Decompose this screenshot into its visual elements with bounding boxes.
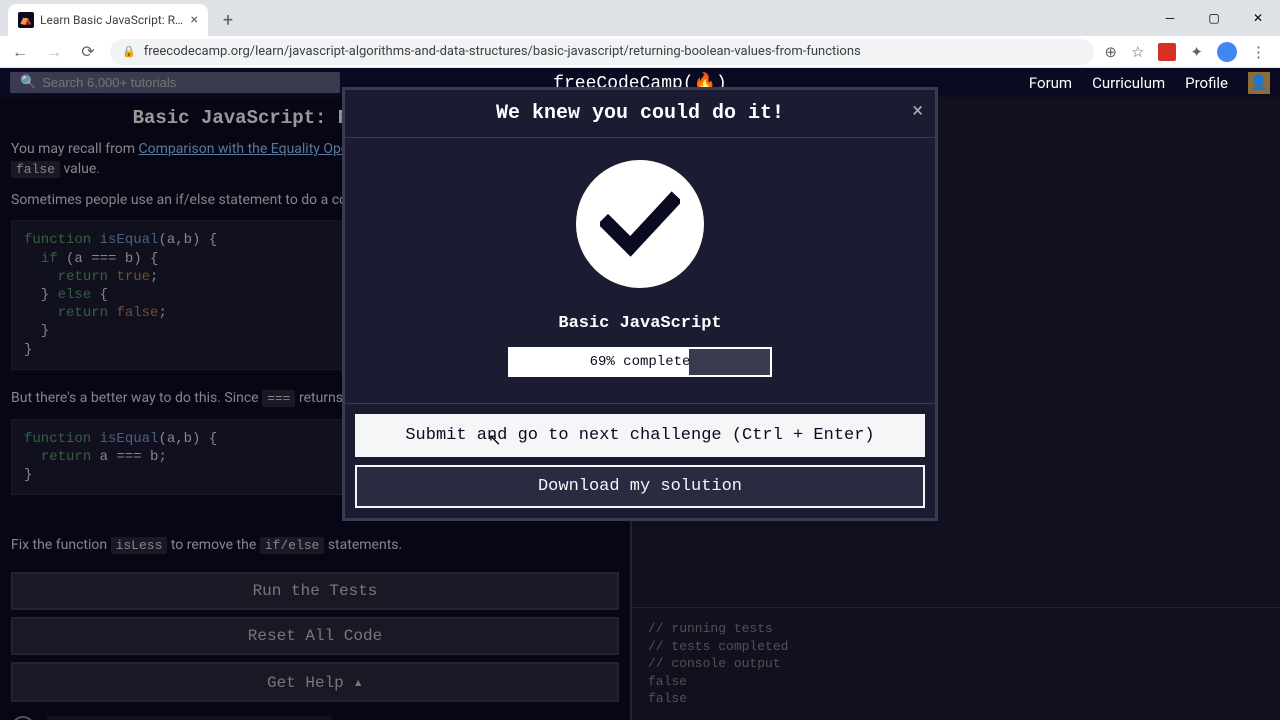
- address-bar: ← → ⟳ 🔒 freecodecamp.org/learn/javascrip…: [0, 36, 1280, 68]
- new-tab-button[interactable]: +: [214, 6, 242, 34]
- search-input[interactable]: [42, 75, 330, 90]
- extension-icon[interactable]: [1158, 43, 1176, 61]
- window-controls: ─ ▢ ✕: [1148, 0, 1280, 36]
- modal-title: We knew you could do it!: [361, 102, 919, 125]
- browser-tab[interactable]: ⛺ Learn Basic JavaScript: Returning ×: [8, 4, 208, 36]
- progress-bar: 69% complete: [508, 347, 772, 377]
- minimize-button[interactable]: ─: [1148, 0, 1192, 36]
- checkmark-icon: [576, 160, 704, 288]
- back-icon[interactable]: ←: [8, 42, 32, 62]
- extensions-icon[interactable]: ✦: [1190, 43, 1203, 61]
- tab-bar: ⛺ Learn Basic JavaScript: Returning × + …: [0, 0, 1280, 36]
- zoom-icon[interactable]: ⊕: [1104, 43, 1117, 61]
- nav-curriculum[interactable]: Curriculum: [1092, 74, 1165, 92]
- menu-icon[interactable]: ⋮: [1251, 43, 1266, 61]
- reload-icon[interactable]: ⟳: [76, 42, 100, 61]
- modal-backdrop[interactable]: We knew you could do it! × Basic JavaScr…: [0, 97, 1280, 720]
- course-name: Basic JavaScript: [365, 314, 915, 333]
- nav-forum[interactable]: Forum: [1029, 74, 1072, 92]
- submit-button[interactable]: Submit and go to next challenge (Ctrl + …: [355, 414, 925, 457]
- close-icon[interactable]: ×: [191, 12, 198, 28]
- modal-header: We knew you could do it! ×: [345, 90, 935, 138]
- bookmark-icon[interactable]: ☆: [1131, 43, 1144, 61]
- tab-title: Learn Basic JavaScript: Returning: [40, 13, 185, 27]
- user-avatar[interactable]: 👤: [1248, 72, 1270, 94]
- lock-icon: 🔒: [122, 45, 136, 58]
- download-button[interactable]: Download my solution: [355, 465, 925, 508]
- browser-chrome: ⛺ Learn Basic JavaScript: Returning × + …: [0, 0, 1280, 68]
- profile-avatar[interactable]: [1217, 42, 1237, 62]
- url-field[interactable]: 🔒 freecodecamp.org/learn/javascript-algo…: [110, 39, 1094, 65]
- nav-profile[interactable]: Profile: [1185, 74, 1228, 92]
- close-window-button[interactable]: ✕: [1236, 0, 1280, 36]
- maximize-button[interactable]: ▢: [1192, 0, 1236, 36]
- search-icon: 🔍: [20, 75, 36, 90]
- completion-modal: We knew you could do it! × Basic JavaScr…: [342, 87, 938, 521]
- progress-text: 69% complete: [510, 349, 770, 375]
- url-text: freecodecamp.org/learn/javascript-algori…: [144, 44, 861, 59]
- search-box[interactable]: 🔍: [10, 72, 340, 93]
- favicon: ⛺: [18, 12, 34, 28]
- forward-icon[interactable]: →: [42, 42, 66, 62]
- close-icon[interactable]: ×: [912, 98, 923, 122]
